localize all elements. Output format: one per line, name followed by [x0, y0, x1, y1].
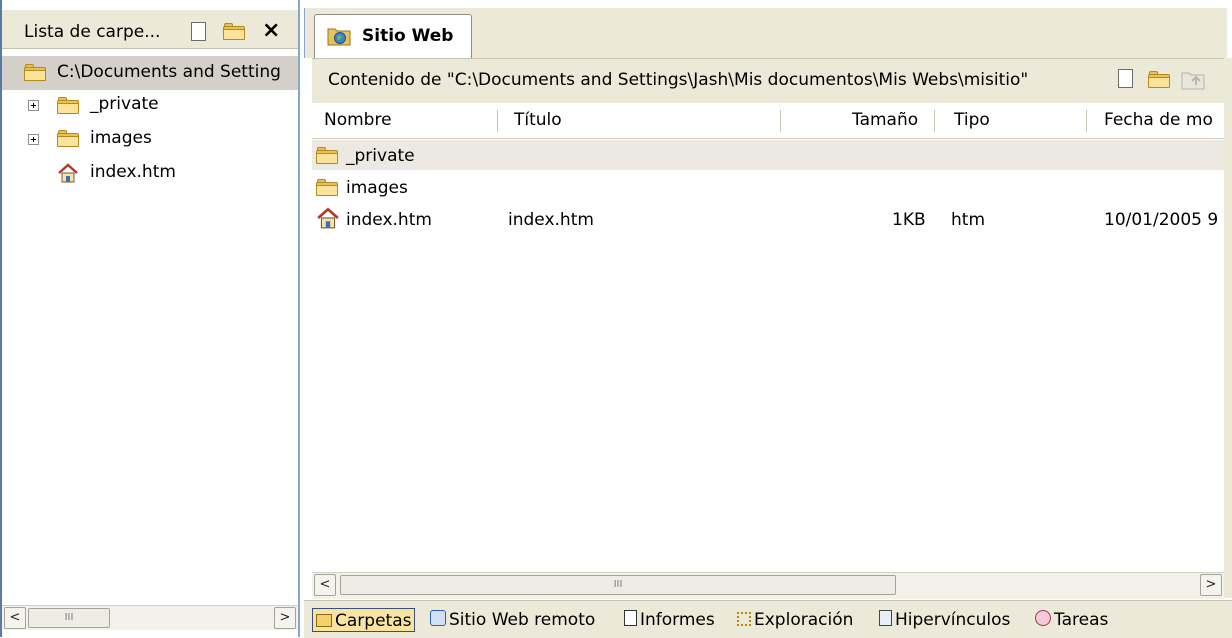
scroll-left-button[interactable]: <	[4, 607, 26, 629]
row-name[interactable]: index.htm	[346, 210, 432, 230]
column-header-tipo[interactable]: Tipo	[954, 110, 990, 130]
folder-list-border	[0, 0, 300, 637]
column-header	[312, 104, 1224, 139]
row-type: htm	[951, 210, 985, 230]
website-icon	[327, 28, 351, 46]
column-separator[interactable]	[1086, 110, 1087, 132]
scroll-thumb[interactable]: III	[340, 575, 896, 595]
content-path-label: Contenido de "C:\Documents and Settings\…	[328, 70, 1029, 90]
column-header-tamano[interactable]: Tamaño	[852, 110, 918, 130]
scroll-right-button[interactable]: >	[274, 607, 296, 629]
scroll-thumb[interactable]: III	[28, 608, 110, 628]
column-separator[interactable]	[934, 110, 935, 132]
row-name[interactable]: images	[346, 178, 408, 198]
row-name[interactable]: _private	[346, 146, 415, 166]
view-label: Sitio Web remoto	[449, 610, 596, 630]
column-separator[interactable]	[497, 110, 498, 132]
view-sitio-web-remoto[interactable]: Sitio Web remoto	[430, 608, 595, 632]
folder-icon	[316, 147, 338, 164]
table-row-selected[interactable]	[312, 140, 1224, 170]
row-date: 10/01/2005 9	[1104, 210, 1219, 230]
view-label: Informes	[640, 610, 715, 630]
folder-icon	[316, 179, 338, 196]
home-page-icon	[317, 207, 339, 229]
tasks-icon	[1035, 610, 1051, 626]
column-header-titulo[interactable]: Título	[514, 110, 562, 130]
up-folder-icon[interactable]	[1180, 67, 1206, 91]
view-label: Tareas	[1054, 610, 1109, 630]
new-page-icon[interactable]	[1118, 69, 1133, 88]
view-exploracion[interactable]: Exploración	[737, 608, 853, 632]
view-label: Carpetas	[335, 611, 412, 631]
view-carpetas[interactable]: Carpetas	[312, 608, 416, 632]
column-header-nombre[interactable]: Nombre	[324, 110, 392, 130]
remote-site-icon	[430, 610, 446, 626]
new-folder-icon[interactable]	[1148, 71, 1170, 88]
view-informes[interactable]: Informes	[624, 608, 715, 632]
table-row[interactable]	[312, 204, 1224, 234]
column-separator[interactable]	[780, 110, 781, 132]
navigation-icon	[737, 612, 751, 626]
column-header-fecha[interactable]: Fecha de mo	[1104, 110, 1213, 130]
scroll-right-button[interactable]: >	[1200, 574, 1222, 596]
reports-icon	[624, 610, 637, 626]
view-label: Hipervínculos	[895, 610, 1011, 630]
view-hipervinculos[interactable]: Hipervínculos	[879, 608, 1010, 632]
right-edge	[1224, 58, 1232, 598]
table-row[interactable]	[312, 172, 1224, 202]
row-size: 1KB	[892, 210, 926, 230]
tab-label: Sitio Web	[362, 26, 454, 46]
view-tareas[interactable]: Tareas	[1035, 608, 1108, 632]
view-label: Exploración	[754, 610, 854, 630]
row-title: index.htm	[508, 210, 594, 230]
scroll-left-button[interactable]: <	[314, 574, 336, 596]
hyperlinks-icon	[879, 610, 892, 626]
folder-icon	[316, 614, 332, 627]
